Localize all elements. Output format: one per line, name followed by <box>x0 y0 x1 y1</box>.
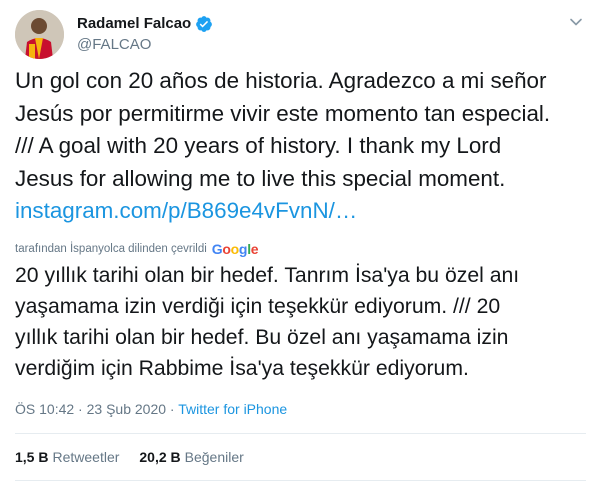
tweet-line: Un gol con 20 años de historia. Agradezc… <box>15 68 547 93</box>
translated-from-label: tarafından İspanyolca dilinden çevrildi <box>15 243 207 255</box>
meta-separator: · <box>169 401 175 417</box>
divider <box>15 480 586 481</box>
tweet-line: Jesus for allowing me to live this speci… <box>15 165 506 191</box>
tweet-stats: 1,5 B Retweetler 20,2 B Beğeniler <box>15 447 264 467</box>
translation-line: 20 yıllık tarihi olan bir hedef. Tanrım … <box>15 264 520 287</box>
tweet-line: /// A goal with 20 years of history. I t… <box>15 133 502 158</box>
tweet-meta: ÖS 10:42 · 23 Şub 2020 · Twitter for iPh… <box>15 400 287 418</box>
tweet-line: Jesús por permitirme vivir este momento … <box>15 100 551 126</box>
likes-count: 20,2 B <box>139 449 181 465</box>
tweet-text: Un gol con 20 años de historia. Agradezc… <box>15 65 580 228</box>
tweet-time[interactable]: ÖS 10:42 <box>15 401 74 417</box>
translation-line: verdiğim için Rabbime İsa'ya teşekkür ed… <box>15 357 469 380</box>
instagram-link[interactable]: instagram.com/p/B869e4vFvnN/… <box>15 195 580 228</box>
verified-badge-icon <box>195 15 213 33</box>
retweets-stat[interactable]: 1,5 B Retweetler <box>15 447 119 467</box>
avatar[interactable] <box>15 10 64 59</box>
chevron-down-icon[interactable] <box>566 12 586 32</box>
name-row: Radamel Falcao <box>77 14 213 34</box>
translation-line: yaşamama izin verdiği için teşekkür ediy… <box>15 295 501 318</box>
tweet-header: Radamel Falcao @FALCAO <box>15 8 586 60</box>
translated-text: 20 yıllık tarihi olan bir hedef. Tanrım … <box>15 260 580 384</box>
user-handle[interactable]: @FALCAO <box>77 35 151 55</box>
divider <box>15 433 586 434</box>
tweet-date[interactable]: 23 Şub 2020 <box>87 401 166 417</box>
retweets-count: 1,5 B <box>15 449 49 465</box>
retweets-label: Retweetler <box>52 449 120 465</box>
likes-label: Beğeniler <box>184 449 244 465</box>
google-logo[interactable]: Google <box>212 241 259 257</box>
translation-line: yıllık tarihi olan bir hedef. Bu özel an… <box>15 326 509 349</box>
tweet-source[interactable]: Twitter for iPhone <box>178 401 287 417</box>
display-name[interactable]: Radamel Falcao <box>77 14 191 34</box>
meta-separator: · <box>78 401 83 417</box>
translated-from: tarafından İspanyolca dilinden çevrildi … <box>15 241 259 257</box>
likes-stat[interactable]: 20,2 B Beğeniler <box>139 447 243 467</box>
